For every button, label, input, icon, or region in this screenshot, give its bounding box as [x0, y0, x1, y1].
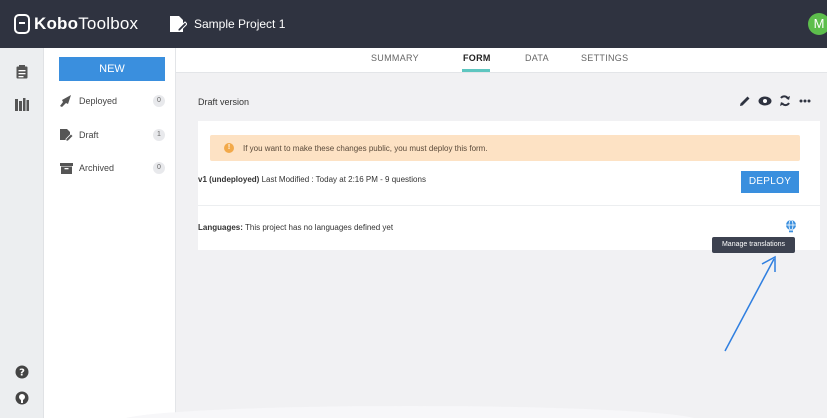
draft-version-label: Draft version	[198, 97, 250, 107]
annotation-arrow	[724, 255, 776, 352]
sidebar-item-draft[interactable]: Draft 1	[59, 127, 165, 143]
project-title[interactable]: Sample Project 1	[194, 17, 285, 31]
form-toolbar	[738, 93, 812, 109]
card-divider	[198, 205, 820, 206]
tab-data[interactable]: DATA	[525, 53, 549, 63]
brand-light: Toolbox	[78, 14, 139, 33]
eye-icon[interactable]	[758, 94, 772, 108]
sidebar-item-archived[interactable]: Archived 0	[59, 160, 165, 176]
kobotoolbox-logo[interactable]: KoboToolbox	[14, 12, 138, 36]
languages-info: Languages: This project has no languages…	[198, 223, 393, 232]
user-avatar[interactable]: M	[808, 13, 827, 35]
languages-label: Languages:	[198, 223, 243, 232]
sidebar-item-label: Draft	[79, 130, 99, 140]
draft-count-badge: 1	[153, 129, 165, 141]
deploy-warning-banner: ! If you want to make these changes publ…	[210, 135, 800, 161]
brand-bold: Kobo	[34, 14, 79, 33]
project-tabs: SUMMARY FORM DATA SETTINGS	[176, 48, 827, 73]
manage-translations-tooltip: Manage translations	[712, 237, 795, 253]
help-icon[interactable]: ?	[12, 362, 32, 382]
tab-settings[interactable]: SETTINGS	[581, 53, 628, 63]
project-draft-icon	[170, 16, 187, 32]
warning-icon: !	[224, 143, 234, 153]
kobo-logo-icon	[14, 14, 30, 34]
forms-icon[interactable]	[12, 62, 32, 82]
sidebar-item-label: Deployed	[79, 96, 118, 106]
new-project-button[interactable]: NEW	[59, 57, 165, 81]
more-icon[interactable]	[798, 94, 812, 108]
languages-text: This project has no languages defined ye…	[242, 223, 394, 232]
pencil-icon[interactable]	[738, 94, 752, 108]
tab-summary[interactable]: SUMMARY	[371, 53, 419, 63]
version-modified: Last Modified : Today at 2:16 PM - 9 que…	[259, 175, 426, 184]
deploy-button[interactable]: DEPLOY	[741, 171, 799, 193]
version-status: v1 (undeployed)	[198, 175, 260, 184]
version-info: v1 (undeployed) Last Modified : Today at…	[198, 175, 426, 184]
deployed-count-badge: 0	[153, 95, 165, 107]
svg-text:?: ?	[19, 368, 25, 379]
form-card: ! If you want to make these changes publ…	[198, 121, 820, 250]
background-shape	[120, 406, 700, 418]
tab-form[interactable]: FORM	[463, 53, 491, 63]
archive-icon	[59, 161, 73, 175]
project-sidebar: NEW Deployed 0 Draft 1 Archived 0	[44, 48, 176, 418]
icon-rail: ?	[0, 48, 44, 418]
draft-icon	[59, 128, 73, 142]
warning-text: If you want to make these changes public…	[243, 143, 488, 153]
globe-icon[interactable]	[784, 219, 798, 233]
library-icon[interactable]	[12, 94, 32, 114]
refresh-icon[interactable]	[778, 94, 792, 108]
sidebar-item-label: Archived	[79, 163, 115, 173]
github-icon[interactable]	[12, 388, 32, 408]
active-tab-indicator	[462, 69, 490, 72]
top-bar: KoboToolbox Sample Project 1 M	[0, 0, 827, 48]
sidebar-item-deployed[interactable]: Deployed 0	[59, 93, 165, 109]
archived-count-badge: 0	[153, 162, 165, 174]
rocket-icon	[59, 94, 73, 108]
